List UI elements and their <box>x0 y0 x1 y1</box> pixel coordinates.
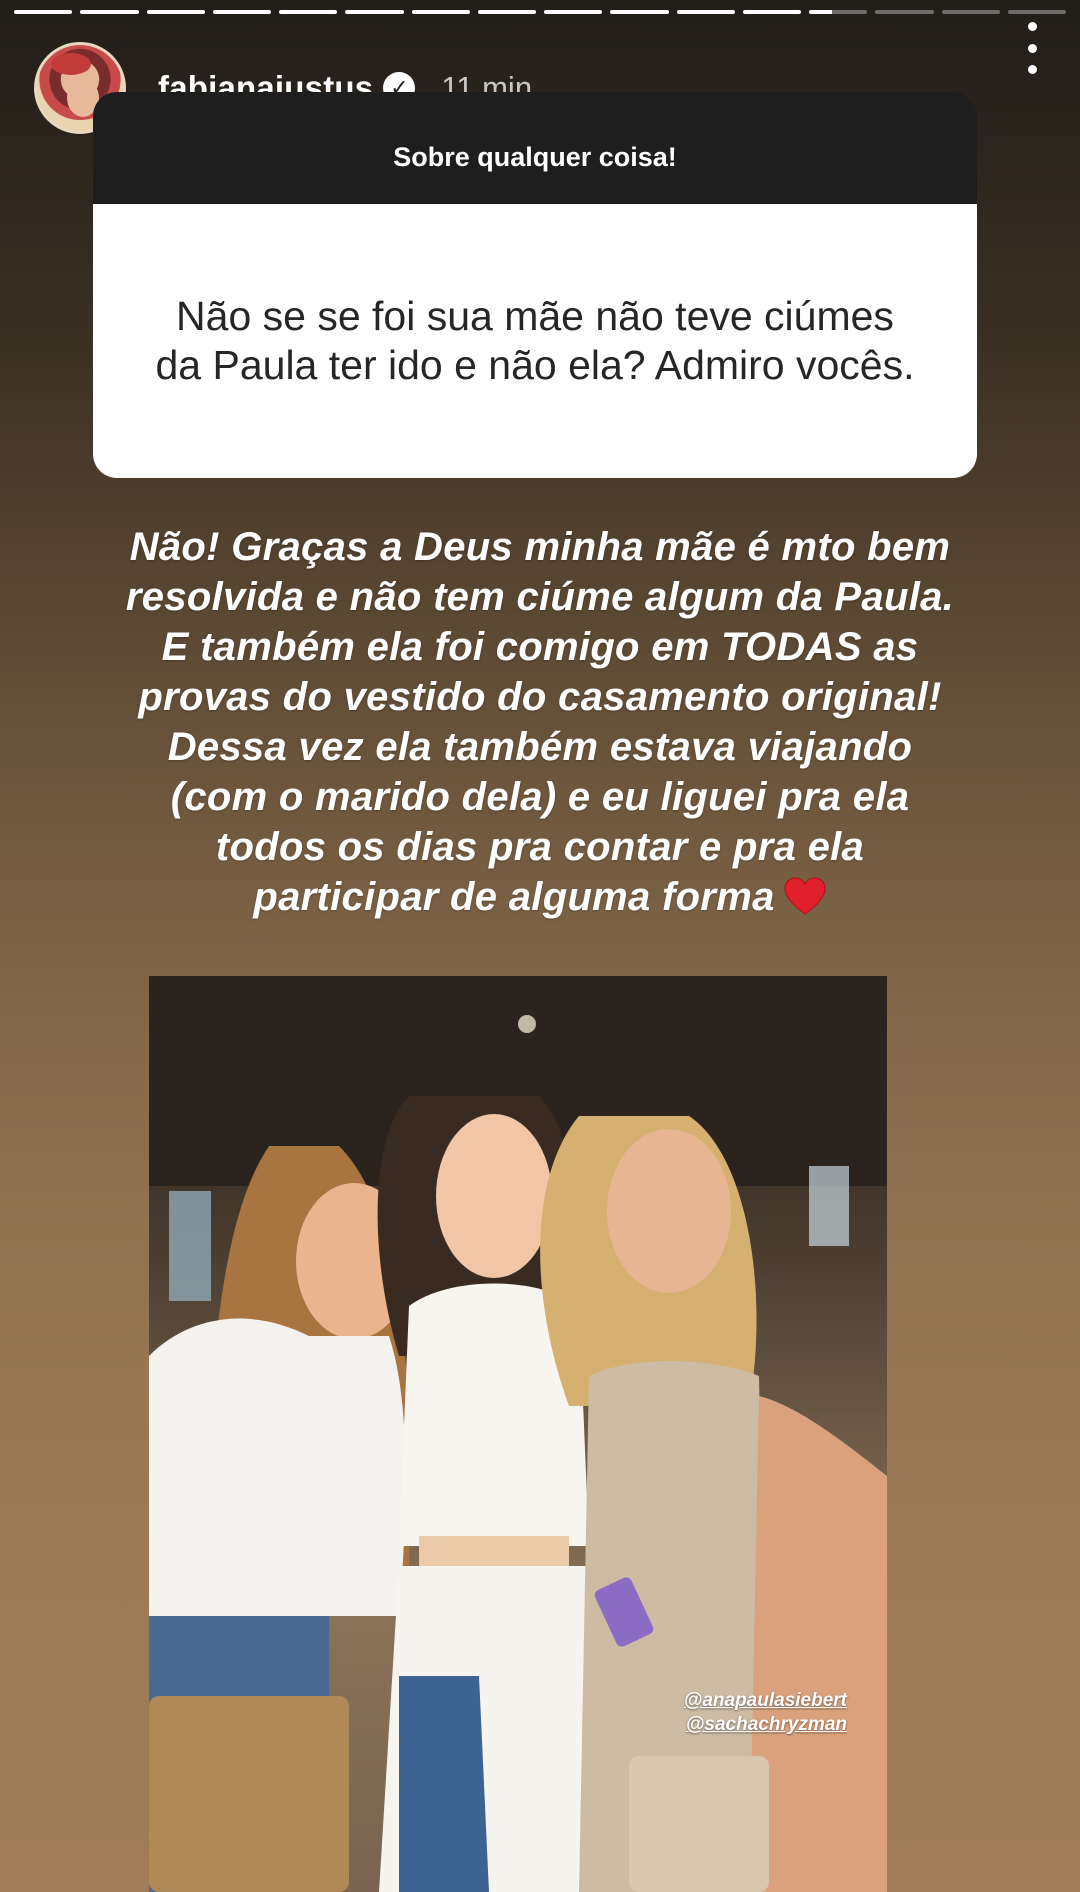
progress-segment <box>146 10 205 14</box>
answer-line: (com o marido dela) e eu liguei pra ela <box>170 775 910 819</box>
progress-segment <box>80 10 139 14</box>
more-vertical-icon[interactable] <box>1022 22 1042 74</box>
question-sticker-header: Sobre qualquer coisa! <box>93 92 977 204</box>
progress-segment <box>610 10 669 14</box>
answer-line-last: participar de alguma forma <box>40 872 1040 922</box>
progress-segment <box>279 10 338 14</box>
mention-tag[interactable]: @sachachryzman <box>686 1714 847 1736</box>
answer-line: todos os dias pra contar e pra ela <box>215 825 865 869</box>
answer-line: Não! Graças a Deus minha mãe é mto bem <box>129 525 951 569</box>
heart-icon <box>784 877 826 915</box>
progress-segment <box>14 10 73 14</box>
question-prompt: Sobre qualquer coisa! <box>393 141 677 172</box>
answer-line: Dessa vez ela também estava viajando <box>167 725 913 769</box>
progress-segment <box>742 10 801 14</box>
question-sticker[interactable]: Sobre qualquer coisa! Não se se foi sua … <box>93 92 977 478</box>
progress-segment <box>345 10 404 14</box>
progress-segment <box>212 10 271 14</box>
mention-tag[interactable]: @anapaulasiebert <box>684 1690 847 1712</box>
avatar-bow <box>51 53 91 75</box>
photo-illustration <box>149 976 887 1892</box>
answer-text: Não! Graças a Deus minha mãe é mto bem r… <box>40 522 1040 922</box>
question-text: Não se se foi sua mãe não teve ciúmes da… <box>155 292 915 388</box>
progress-segment <box>544 10 603 14</box>
story-progress <box>14 10 1066 15</box>
answer-line: resolvida e não tem ciúme algum da Paula… <box>125 575 955 619</box>
progress-segment <box>941 10 1000 14</box>
question-sticker-body: Não se se foi sua mãe não teve ciúmes da… <box>93 204 977 478</box>
progress-segment <box>411 10 470 14</box>
story-photo: @anapaulasiebert @sachachryzman <box>149 976 887 1892</box>
progress-segment <box>1007 10 1066 14</box>
progress-segment <box>875 10 934 14</box>
answer-line: participar de alguma forma <box>253 875 775 919</box>
answer-line: E também ela foi comigo em TODAS as <box>161 625 919 669</box>
answer-line: provas do vestido do casamento original! <box>138 675 942 719</box>
progress-segment <box>676 10 735 14</box>
progress-segment <box>809 10 868 14</box>
progress-segment <box>477 10 536 14</box>
